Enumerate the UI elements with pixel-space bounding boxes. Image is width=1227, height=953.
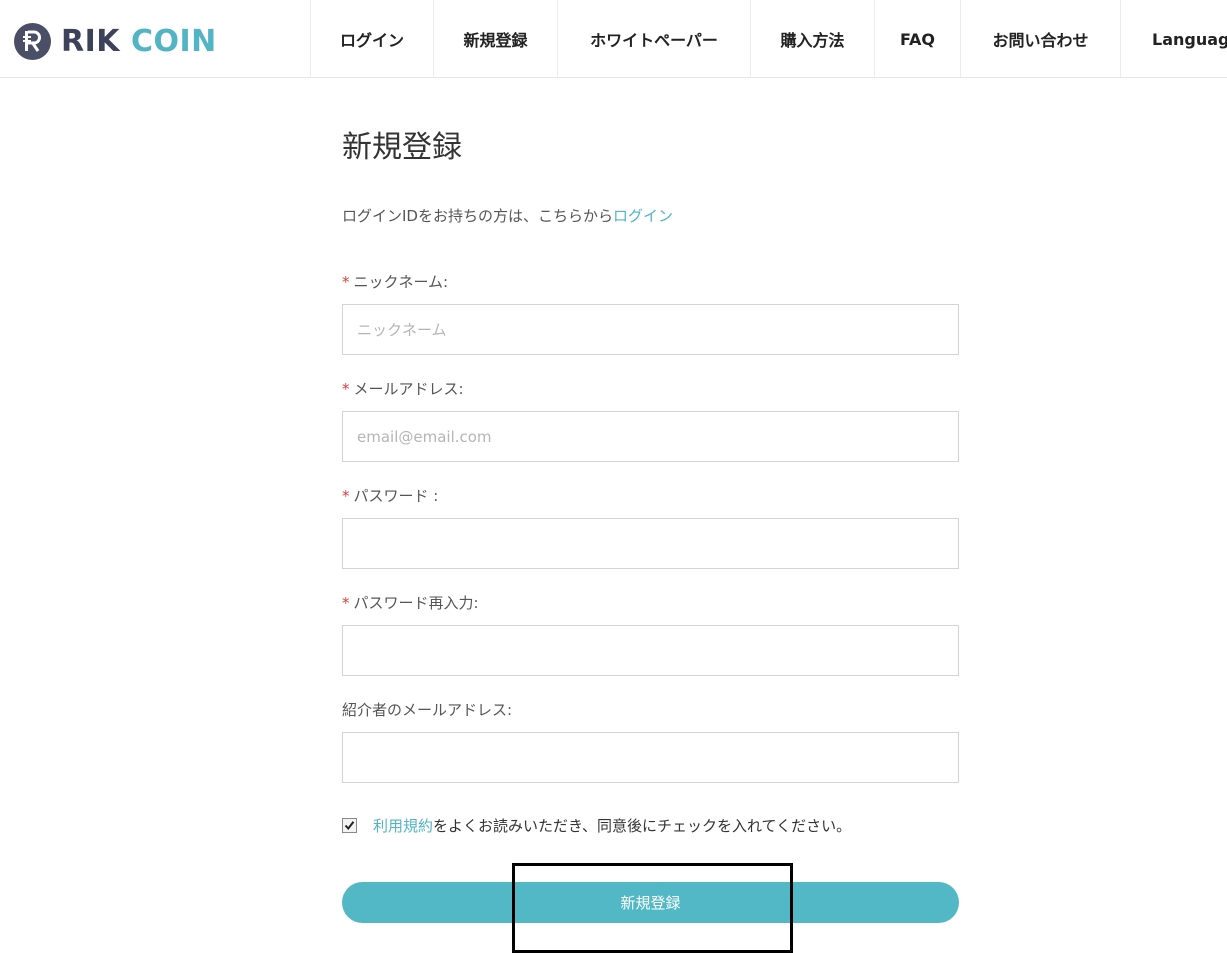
required-mark: *: [342, 594, 350, 612]
login-link[interactable]: ログイン: [613, 207, 673, 225]
register-submit-button[interactable]: 新規登録: [342, 882, 959, 923]
required-mark: *: [342, 273, 350, 291]
password-confirm-label: * パスワード再入力:: [342, 592, 479, 613]
password-confirm-label-text: パスワード再入力:: [353, 594, 479, 612]
referrer-email-input[interactable]: [342, 732, 959, 783]
site-header: RIK COIN ログイン 新規登録 ホワイトペーパー 購入方法 FAQ お問い…: [0, 0, 1227, 78]
nav-item-contact[interactable]: お問い合わせ: [960, 0, 1120, 78]
rik-logo-icon: [14, 22, 51, 60]
brand-name-part1: RIK: [61, 23, 121, 59]
nickname-label: * ニックネーム:: [342, 271, 448, 292]
nickname-input[interactable]: [342, 304, 959, 355]
brand-name-part2: COIN: [130, 23, 217, 59]
nav-item-login[interactable]: ログイン: [310, 0, 433, 78]
login-note: ログインIDをお持ちの方は、こちらからログイン: [342, 205, 673, 226]
password-input[interactable]: [342, 518, 959, 569]
email-label: * メールアドレス:: [342, 378, 464, 399]
nickname-label-text: ニックネーム:: [353, 273, 449, 291]
page-title: 新規登録: [342, 130, 462, 165]
login-note-text: ログインIDをお持ちの方は、こちらから: [342, 207, 613, 225]
brand-name: RIK COIN: [61, 24, 217, 59]
required-mark: *: [342, 487, 350, 505]
terms-checkbox[interactable]: [342, 818, 357, 833]
nav-item-how-to-buy[interactable]: 購入方法: [750, 0, 874, 78]
terms-link[interactable]: 利用規約: [373, 815, 433, 836]
nav-item-register[interactable]: 新規登録: [433, 0, 557, 78]
terms-agreement: 利用規約 をよくお読みいただき、同意後にチェックを入れてください。: [342, 815, 851, 836]
nav-item-language[interactable]: Language: [1120, 0, 1227, 78]
nav-item-whitepaper[interactable]: ホワイトペーパー: [557, 0, 750, 78]
required-mark: *: [342, 380, 350, 398]
main-nav: ログイン 新規登録 ホワイトペーパー 購入方法 FAQ お問い合わせ Langu…: [310, 0, 1227, 78]
password-label: * パスワード :: [342, 485, 438, 506]
referrer-email-label: 紹介者のメールアドレス:: [342, 701, 513, 719]
brand-logo[interactable]: RIK COIN: [14, 21, 217, 61]
email-label-text: メールアドレス:: [353, 380, 464, 398]
password-confirm-input[interactable]: [342, 625, 959, 676]
password-label-text: パスワード :: [353, 487, 439, 505]
email-input[interactable]: [342, 411, 959, 462]
terms-text: をよくお読みいただき、同意後にチェックを入れてください。: [433, 817, 852, 835]
nav-item-faq[interactable]: FAQ: [874, 0, 960, 78]
checkmark-icon: [344, 821, 355, 831]
